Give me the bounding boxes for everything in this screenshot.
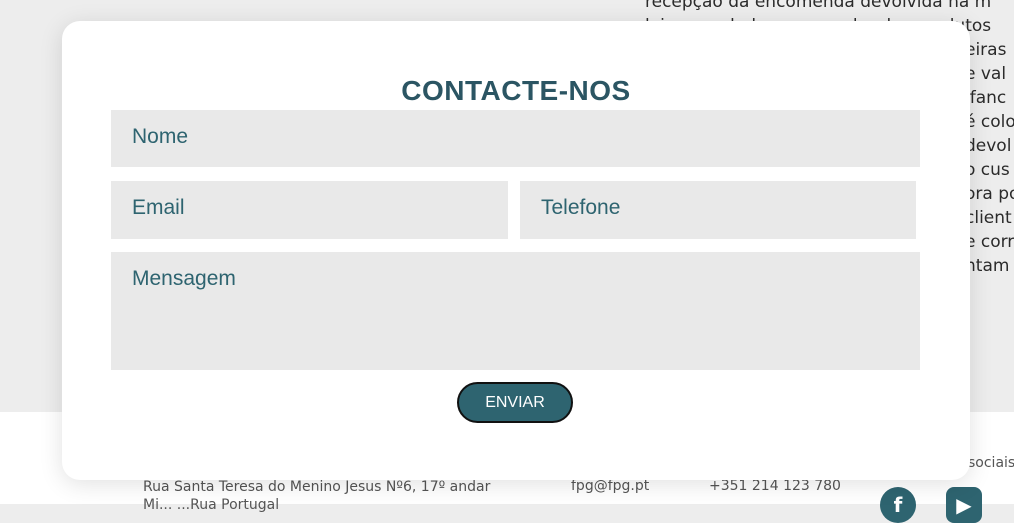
send-button[interactable]: ENVIAR <box>457 382 573 423</box>
phone-input[interactable]: Telefone <box>520 181 916 239</box>
footer-address: Rua Santa Teresa do Menino Jesus Nº6, 17… <box>143 478 490 514</box>
facebook-icon[interactable]: f <box>880 487 916 523</box>
footer-email-link[interactable]: fpg@fpg.pt <box>571 478 649 494</box>
modal-title: CONTACTE-NOS <box>401 75 631 106</box>
footer-address-line: Mi... ...Rua Portugal <box>143 497 280 513</box>
youtube-icon[interactable]: ▶ <box>946 487 982 523</box>
contact-modal: CONTACTE-NOS Nome Email Telefone Mensage… <box>62 21 970 480</box>
message-textarea[interactable]: Mensagem <box>111 252 920 370</box>
email-input[interactable]: Email <box>111 181 508 239</box>
footer-phone: +351 214 123 780 <box>709 478 841 494</box>
name-input[interactable]: Nome <box>111 110 920 167</box>
footer-social-label: sociais <box>968 455 1014 471</box>
footer-address-line: Rua Santa Teresa do Menino Jesus Nº6, 17… <box>143 479 491 495</box>
bg-text-line: recepção da encomenda devolvida na m <box>645 0 992 12</box>
